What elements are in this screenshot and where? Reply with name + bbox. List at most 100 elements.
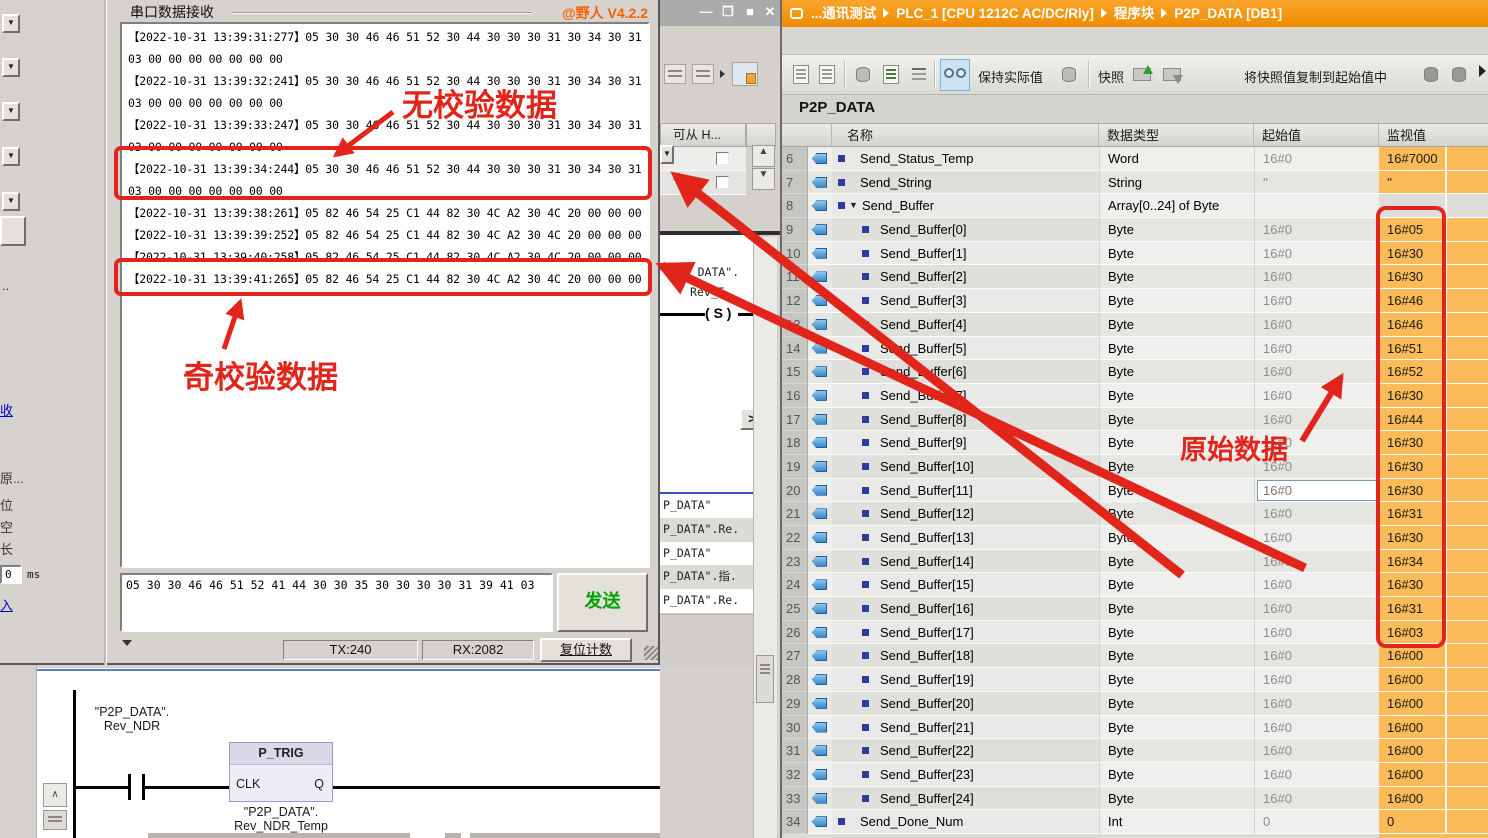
go-online-icon[interactable] bbox=[664, 64, 686, 84]
minimize-icon[interactable]: — bbox=[696, 3, 716, 21]
type-cell[interactable]: Byte bbox=[1099, 431, 1254, 455]
table-row[interactable]: 19 ▼Send_Buffer[10] Byte 16#0 16#30 bbox=[782, 455, 1488, 479]
receive-area[interactable]: 【2022-10-31 13:39:31:277】05 30 30 46 46 … bbox=[120, 22, 650, 568]
name-cell[interactable]: ▼Send_Buffer[21] bbox=[832, 716, 1099, 740]
table-row[interactable]: 14 ▼Send_Buffer[5] Byte 16#0 16#51 bbox=[782, 337, 1488, 361]
ladder-canvas[interactable] bbox=[37, 668, 753, 838]
type-cell[interactable]: Byte bbox=[1099, 313, 1254, 337]
operand-list-item[interactable]: P_DATA".Re. bbox=[660, 589, 757, 613]
start-value-cell[interactable]: 16#0 bbox=[1254, 739, 1379, 763]
update-interface-icon[interactable] bbox=[880, 63, 904, 87]
start-value-editbox[interactable]: 16#0 bbox=[1257, 480, 1377, 501]
column-header-name[interactable]: 名称 bbox=[832, 124, 1099, 148]
start-value-cell[interactable]: 0 bbox=[1254, 810, 1379, 834]
start-value-cell[interactable]: '' bbox=[1254, 171, 1379, 195]
table-row[interactable]: 15 ▼Send_Buffer[6] Byte 16#0 16#52 bbox=[782, 360, 1488, 384]
combo-arrow-icon[interactable]: ▼ bbox=[2, 102, 20, 121]
start-value-cell[interactable]: 16#0 bbox=[1254, 289, 1379, 313]
type-cell[interactable]: Byte bbox=[1099, 360, 1254, 384]
name-cell[interactable]: ▼Send_Buffer[24] bbox=[832, 787, 1099, 811]
column-header-start[interactable]: 起始值 bbox=[1254, 124, 1379, 148]
add-row-icon[interactable] bbox=[816, 63, 840, 87]
send-input[interactable]: 05 30 30 46 46 51 52 41 44 30 30 35 30 3… bbox=[120, 573, 553, 632]
clk-input[interactable]: CLK bbox=[236, 777, 260, 791]
name-cell[interactable]: ▼Send_Buffer[18] bbox=[832, 644, 1099, 668]
hmi-checkbox[interactable] bbox=[716, 176, 729, 189]
project-view-icon[interactable] bbox=[732, 62, 758, 86]
copy-snapshot-button[interactable]: 将快照值复制到起始值中 bbox=[1244, 67, 1387, 86]
scroll-up-icon[interactable]: ∧ bbox=[43, 783, 67, 807]
table-row[interactable]: 21 ▼Send_Buffer[12] Byte 16#0 16#31 bbox=[782, 502, 1488, 526]
start-value-cell[interactable]: 16#0 bbox=[1254, 147, 1379, 171]
type-cell[interactable]: String bbox=[1099, 171, 1254, 195]
type-cell[interactable]: Byte bbox=[1099, 337, 1254, 361]
name-cell[interactable]: ▼Send_Buffer[22] bbox=[832, 739, 1099, 763]
start-value-cell[interactable]: 16#0 bbox=[1254, 384, 1379, 408]
start-value-cell[interactable]: 16#0 bbox=[1254, 597, 1379, 621]
start-value-cell[interactable]: 16#0 bbox=[1254, 313, 1379, 337]
start-value-cell[interactable]: 16#0 bbox=[1254, 526, 1379, 550]
table-row[interactable]: 34 ▼Send_Done_Num Int 0 0 bbox=[782, 810, 1488, 834]
table-row[interactable]: 16 ▼Send_Buffer[7] Byte 16#0 16#30 bbox=[782, 384, 1488, 408]
table-row[interactable]: 13 ▼Send_Buffer[4] Byte 16#0 16#46 bbox=[782, 313, 1488, 337]
table-row[interactable]: 26 ▼Send_Buffer[17] Byte 16#0 16#03 bbox=[782, 621, 1488, 645]
contact-icon[interactable] bbox=[128, 774, 131, 800]
expand-all-icon[interactable] bbox=[908, 63, 932, 87]
contact-operand[interactable]: "P2P_DATA".Rev_NDR bbox=[62, 705, 202, 733]
table-row[interactable]: 28 ▼Send_Buffer[19] Byte 16#0 16#00 bbox=[782, 668, 1488, 692]
table-row[interactable]: 31 ▼Send_Buffer[22] Byte 16#0 16#00 bbox=[782, 739, 1488, 763]
scroll-down-icon[interactable]: ▼ bbox=[752, 168, 775, 190]
table-row[interactable]: 8 ▼Send_Buffer Array[0..24] of Byte bbox=[782, 194, 1488, 218]
name-cell[interactable]: ▼Send_Buffer[17] bbox=[832, 621, 1099, 645]
type-cell[interactable]: Byte bbox=[1099, 597, 1254, 621]
name-cell[interactable]: ▼Send_Buffer[2] bbox=[832, 265, 1099, 289]
restore-icon[interactable]: ❐ bbox=[718, 3, 738, 21]
side-button[interactable] bbox=[0, 216, 26, 246]
name-cell[interactable]: ▼Send_Buffer[6] bbox=[832, 360, 1099, 384]
camera-down-icon[interactable] bbox=[1162, 63, 1186, 87]
table-row[interactable]: 18 ▼Send_Buffer[9] Byte 16#0 16#30 bbox=[782, 431, 1488, 455]
breadcrumb-blocks[interactable]: 程序块 bbox=[1114, 6, 1155, 21]
keep-actual-values-button[interactable]: 保持实际值 bbox=[978, 67, 1043, 86]
column-header-type[interactable]: 数据类型 bbox=[1099, 124, 1254, 148]
name-cell[interactable]: ▼Send_Buffer[13] bbox=[832, 526, 1099, 550]
name-cell[interactable]: ▼Send_Buffer[10] bbox=[832, 455, 1099, 479]
send-button[interactable]: 发送 bbox=[557, 573, 648, 632]
combo-arrow-icon[interactable]: ▼ bbox=[2, 192, 20, 211]
history-dropdown-icon[interactable] bbox=[122, 640, 132, 646]
insert-row-icon[interactable] bbox=[790, 63, 814, 87]
toolbar-overflow-icon[interactable] bbox=[1479, 65, 1486, 77]
table-row[interactable]: 6 ▼Send_Status_Temp Word 16#0 16#7000 bbox=[782, 147, 1488, 171]
table-row[interactable]: 30 ▼Send_Buffer[21] Byte 16#0 16#00 bbox=[782, 716, 1488, 740]
breadcrumb[interactable]: ...通讯测试PLC_1 [CPU 1212C AC/DC/Rly]程序块P2P… bbox=[782, 0, 1488, 27]
interval-input[interactable]: 0 bbox=[0, 565, 22, 584]
start-value-cell[interactable]: 16#0 bbox=[1254, 644, 1379, 668]
type-cell[interactable]: Word bbox=[1099, 147, 1254, 171]
type-cell[interactable]: Byte bbox=[1099, 787, 1254, 811]
type-cell[interactable]: Byte bbox=[1099, 289, 1254, 313]
type-cell[interactable]: Byte bbox=[1099, 739, 1254, 763]
load-start-values-icon[interactable] bbox=[1420, 63, 1444, 87]
table-row[interactable]: 12 ▼Send_Buffer[3] Byte 16#0 16#46 bbox=[782, 289, 1488, 313]
operand-list-item[interactable]: P_DATA" bbox=[660, 494, 757, 518]
start-value-cell[interactable]: 16#0 bbox=[1254, 787, 1379, 811]
name-cell[interactable]: ▼Send_Done_Num bbox=[832, 810, 1099, 834]
table-row[interactable]: 22 ▼Send_Buffer[13] Byte 16#0 16#30 bbox=[782, 526, 1488, 550]
start-value-cell[interactable]: 16#0 bbox=[1254, 550, 1379, 574]
camera-up-icon[interactable] bbox=[1132, 63, 1156, 87]
breadcrumb-db[interactable]: P2P_DATA [DB1] bbox=[1174, 6, 1282, 21]
start-value-cell[interactable]: 16#0 bbox=[1254, 455, 1379, 479]
table-row[interactable]: 10 ▼Send_Buffer[1] Byte 16#0 16#30 bbox=[782, 242, 1488, 266]
table-row[interactable]: 33 ▼Send_Buffer[24] Byte 16#0 16#00 bbox=[782, 787, 1488, 811]
name-cell[interactable]: ▼Send_Status_Temp bbox=[832, 147, 1099, 171]
load-snapshot-values-icon[interactable] bbox=[1448, 63, 1472, 87]
type-cell[interactable]: Byte bbox=[1099, 573, 1254, 597]
type-cell[interactable]: Byte bbox=[1099, 644, 1254, 668]
filter-dropdown-icon[interactable]: ▼ bbox=[660, 145, 674, 164]
name-cell[interactable]: ▼Send_Buffer[1] bbox=[832, 242, 1099, 266]
name-cell[interactable]: ▼Send_Buffer[15] bbox=[832, 573, 1099, 597]
type-cell[interactable]: Byte bbox=[1099, 502, 1254, 526]
start-value-cell[interactable]: 16#0 bbox=[1254, 668, 1379, 692]
name-cell[interactable]: ▼Send_Buffer[4] bbox=[832, 313, 1099, 337]
block-operand[interactable]: "P2P_DATA".Rev_NDR_Temp bbox=[215, 805, 347, 833]
